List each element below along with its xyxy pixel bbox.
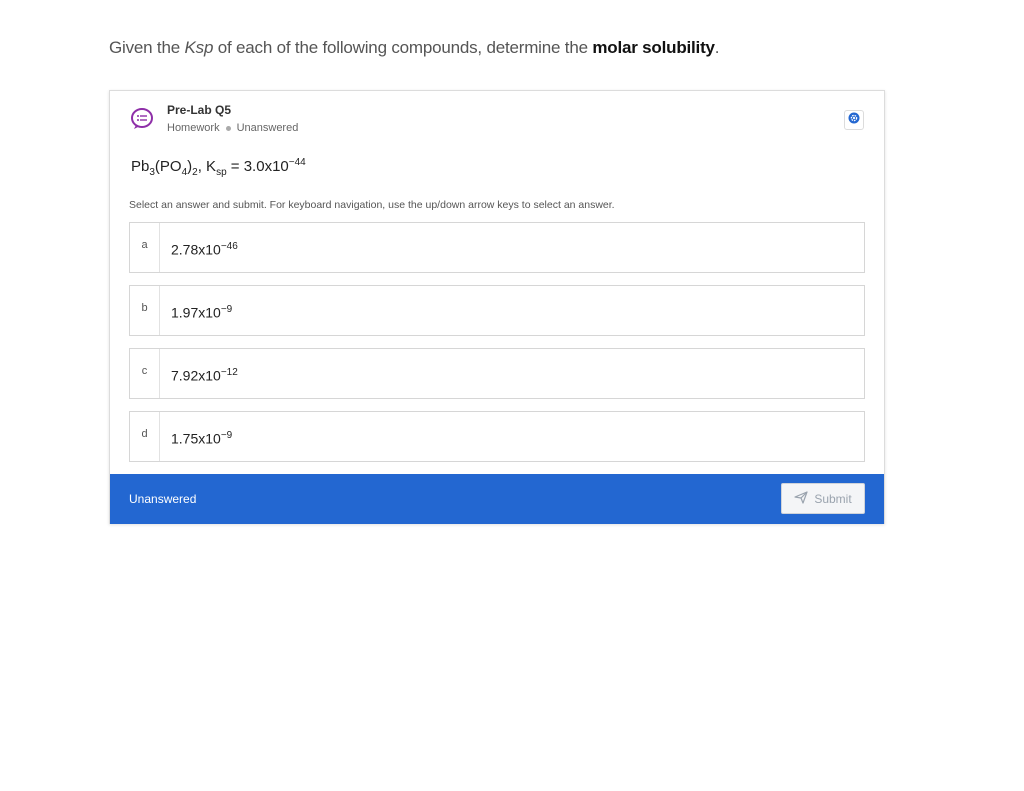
- option-letter: d: [130, 412, 160, 461]
- footer-status: Unanswered: [129, 492, 197, 506]
- question-chat-icon: [130, 107, 154, 131]
- answer-option-c[interactable]: c 7.92x10−12: [129, 348, 865, 399]
- question-meta: Homework Unanswered: [167, 122, 298, 134]
- submit-button[interactable]: Submit: [781, 483, 865, 514]
- question-title: Pre-Lab Q5: [167, 103, 232, 117]
- option-value: 1.97x10−9: [171, 304, 233, 321]
- submit-label: Submit: [814, 491, 852, 506]
- separator-dot: [225, 125, 231, 131]
- option-value: 7.92x10−12: [171, 367, 238, 384]
- question-status: Unanswered: [236, 122, 299, 134]
- option-letter: b: [130, 286, 160, 335]
- answer-instructions: Select an answer and submit. For keyboar…: [129, 199, 615, 211]
- answer-option-b[interactable]: b 1.97x10−9: [129, 285, 865, 336]
- settings-icon: [848, 111, 860, 129]
- instructions-heading: Given the Ksp of each of the following c…: [109, 38, 720, 57]
- settings-button[interactable]: [844, 110, 864, 130]
- option-value: 2.78x10−46: [171, 241, 238, 258]
- option-value: 1.75x10−9: [171, 430, 233, 447]
- question-category: Homework: [167, 122, 220, 134]
- option-letter: c: [130, 349, 160, 398]
- question-card: Pre-Lab Q5 Homework Unanswered Pb3(PO4)2,…: [109, 90, 885, 524]
- send-icon: [794, 490, 808, 507]
- answer-option-d[interactable]: d 1.75x10−9: [129, 411, 865, 462]
- question-text: Pb3(PO4)2, Ksp = 3.0x10−44: [131, 157, 306, 178]
- answer-footer: Unanswered Submit: [110, 474, 884, 524]
- option-letter: a: [130, 223, 160, 272]
- answer-option-a[interactable]: a 2.78x10−46: [129, 222, 865, 273]
